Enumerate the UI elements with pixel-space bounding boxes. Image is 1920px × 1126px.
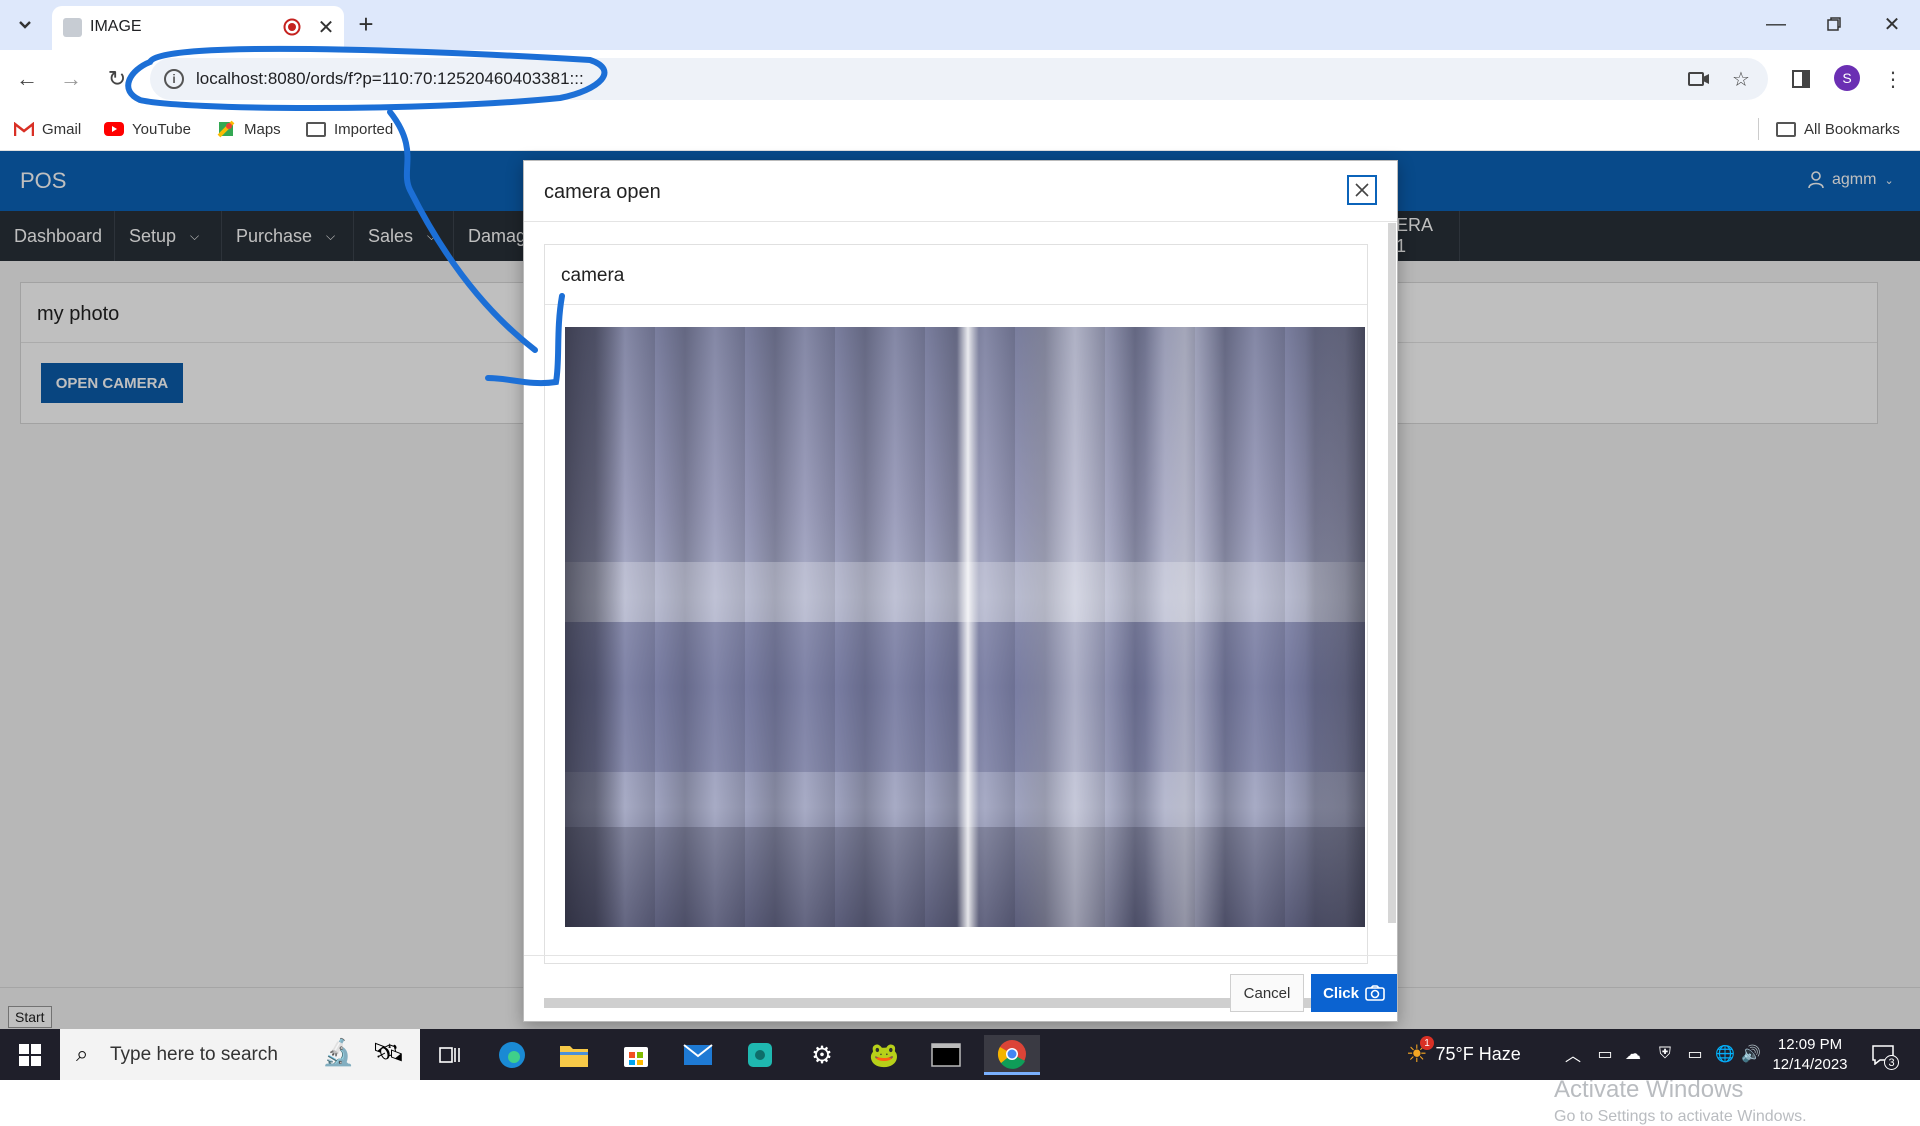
bookmark-label: Maps — [244, 120, 281, 138]
bookmark-imported-folder[interactable]: Imported — [306, 116, 393, 142]
weather-widget[interactable]: ☀ 1 75°F Haze — [1406, 1029, 1521, 1080]
back-arrow-icon[interactable]: ← — [10, 62, 44, 96]
bookmarks-bar: Gmail YouTube Maps Imported All Bookmark… — [0, 108, 1920, 151]
camera-region: camera — [544, 244, 1368, 964]
folder-icon — [1776, 121, 1796, 137]
cancel-button[interactable]: Cancel — [1230, 974, 1304, 1012]
meet-now-icon[interactable]: ▭ — [1594, 1043, 1616, 1065]
capture-click-button[interactable]: Click — [1311, 974, 1397, 1012]
app-frog-icon[interactable]: 🐸 — [862, 1035, 906, 1075]
windows-start-button[interactable] — [0, 1029, 60, 1080]
search-icon: ⌕ — [76, 1041, 89, 1066]
maps-icon — [216, 120, 236, 138]
recording-indicator-icon — [280, 15, 304, 39]
network-globe-icon[interactable]: 🌐 — [1714, 1043, 1736, 1065]
new-tab-button[interactable]: + — [352, 9, 380, 39]
mail-icon[interactable] — [676, 1035, 720, 1075]
bookmark-gmail[interactable]: Gmail — [14, 116, 81, 142]
dialog-footer: Cancel Click — [524, 955, 1397, 1021]
clock-time: 12:09 PM — [1777, 1036, 1843, 1053]
gmail-icon — [14, 121, 34, 137]
watermark-subtitle: Go to Settings to activate Windows. — [1554, 1108, 1807, 1125]
windows-logo-icon — [19, 1043, 41, 1066]
browser-tab-bar: IMAGE ✕ + — ✕ — [0, 0, 1920, 50]
microsoft-store-icon[interactable] — [614, 1035, 658, 1075]
capture-label: Click — [1323, 984, 1359, 1002]
bookmark-label: YouTube — [132, 120, 191, 138]
bookmark-star-icon[interactable]: ☆ — [1726, 64, 1756, 94]
side-panel-icon[interactable] — [1786, 64, 1816, 94]
bookmark-youtube[interactable]: YouTube — [104, 116, 191, 142]
security-icon[interactable]: ⛨ — [1654, 1043, 1676, 1065]
camera-video-feed — [565, 327, 1365, 927]
settings-gear-icon[interactable]: ⚙ — [800, 1035, 844, 1075]
browser-menu-icon[interactable]: ⋮ — [1878, 64, 1908, 94]
all-bookmarks-label: All Bookmarks — [1804, 120, 1900, 138]
folder-icon — [306, 121, 326, 137]
watermark-title: Activate Windows — [1554, 1076, 1744, 1103]
taskbar-search-box[interactable]: ⌕ Type here to search 🔬 🛰 — [60, 1029, 420, 1080]
windows-taskbar: ⌕ Type here to search 🔬 🛰 ⚙ 🐸 ☀ 1 75°F Ha… — [0, 1029, 1920, 1080]
site-info-icon[interactable]: i — [164, 69, 184, 89]
tab-close-icon[interactable]: ✕ — [314, 15, 338, 39]
camera-region-title: camera — [545, 245, 1367, 305]
search-highlight-satellite-icon: 🛰 — [372, 1037, 406, 1067]
terminal-icon[interactable] — [924, 1035, 968, 1075]
address-bar[interactable]: i localhost:8080/ords/f?p=110:70:1252046… — [150, 58, 1768, 100]
bookmark-maps[interactable]: Maps — [216, 116, 281, 142]
profile-avatar[interactable]: S — [1834, 65, 1860, 91]
curtain-highlight — [1015, 327, 1135, 927]
close-window-icon[interactable]: ✕ — [1872, 8, 1912, 40]
browser-tab[interactable]: IMAGE ✕ — [52, 6, 344, 50]
weather-alert-badge: 1 — [1420, 1036, 1434, 1050]
camera-icon — [1365, 985, 1385, 1001]
search-highlight-icon: 🔬 — [322, 1037, 355, 1067]
forward-arrow-icon[interactable]: → — [54, 62, 88, 96]
task-view-icon[interactable] — [428, 1035, 472, 1075]
curtain-highlight — [1145, 327, 1225, 927]
clock-date: 12/14/2023 — [1772, 1056, 1848, 1073]
tab-list-chevron-icon[interactable] — [12, 12, 38, 38]
weather-text: 75°F Haze — [1435, 1044, 1521, 1064]
app-teal-icon[interactable] — [738, 1035, 782, 1075]
reload-icon[interactable]: ↻ — [100, 62, 134, 96]
youtube-icon — [104, 121, 124, 137]
camera-dialog: camera open camera Cancel Click — [523, 160, 1398, 1022]
minimize-window-icon[interactable]: — — [1756, 8, 1796, 40]
curtain-edge-shadow — [1305, 327, 1365, 927]
tab-title: IMAGE — [90, 18, 142, 35]
edge-browser-icon[interactable] — [490, 1035, 534, 1075]
onedrive-offline-icon[interactable]: ☁ — [1622, 1043, 1644, 1065]
all-bookmarks[interactable]: All Bookmarks — [1776, 116, 1900, 142]
vertical-scrollbar[interactable] — [1388, 223, 1396, 923]
volume-icon[interactable]: 🔊 — [1740, 1043, 1762, 1065]
window-light-strip — [957, 327, 979, 927]
tab-favicon-icon — [63, 18, 82, 37]
show-hidden-icons-chevron-icon[interactable]: ︿ — [1562, 1043, 1584, 1065]
dialog-title: camera open — [544, 181, 661, 203]
restore-window-icon[interactable] — [1814, 8, 1854, 40]
notification-center-icon[interactable]: 3 — [1868, 1041, 1899, 1070]
chrome-browser-icon[interactable] — [984, 1035, 1040, 1075]
close-icon — [1355, 183, 1369, 197]
file-explorer-icon[interactable] — [552, 1035, 596, 1075]
curtain-edge-shadow — [565, 327, 625, 927]
activate-windows-watermark: Activate Windows Go to Settings to activ… — [1554, 1076, 1807, 1126]
bookmark-label: Imported — [334, 120, 394, 138]
bookmarks-divider — [1758, 118, 1759, 140]
system-clock[interactable]: 12:09 PM 12/14/2023 — [1762, 1035, 1858, 1075]
dialog-body: camera — [524, 221, 1397, 1008]
notification-count-badge: 3 — [1884, 1055, 1899, 1070]
camera-in-use-icon[interactable] — [1684, 64, 1714, 94]
battery-icon[interactable]: ▭ — [1684, 1043, 1706, 1065]
bookmark-label: Gmail — [42, 120, 82, 138]
search-placeholder: Type here to search — [110, 1044, 278, 1065]
weather-sun-icon: ☀ 1 — [1406, 1036, 1434, 1069]
dialog-close-button[interactable] — [1347, 175, 1377, 205]
browser-toolbar: ← → ↻ i localhost:8080/ords/f?p=110:70:1… — [0, 50, 1920, 108]
url-text[interactable]: localhost:8080/ords/f?p=110:70:125204604… — [196, 69, 584, 89]
